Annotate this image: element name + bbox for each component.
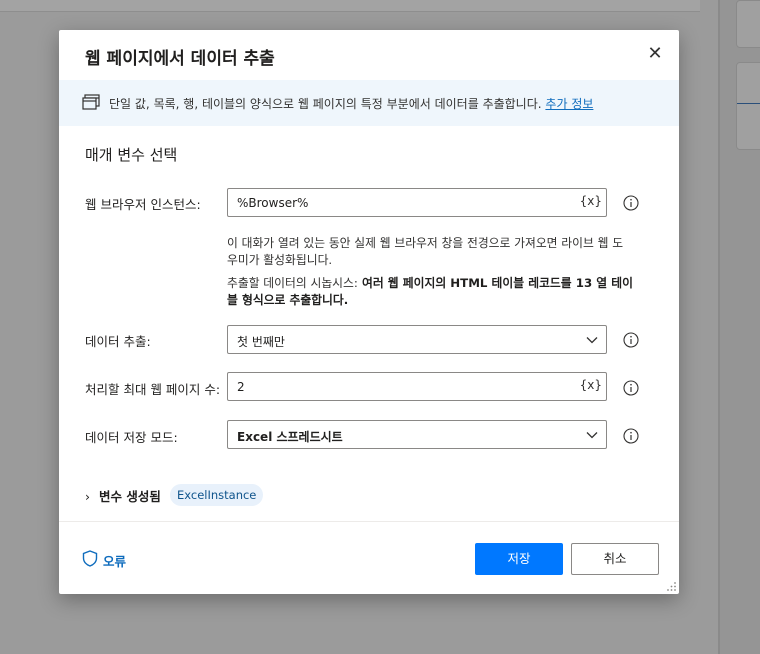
extract-data-label: 데이터 추출: bbox=[85, 334, 151, 349]
extract-data-dialog: 웹 페이지에서 데이터 추출 ✕ 단일 값, 목록, 행, 테이블의 양식으로 … bbox=[59, 30, 679, 594]
save-mode-dropdown[interactable]: Excel 스프레드시트 bbox=[227, 420, 607, 449]
info-text: 단일 값, 목록, 행, 테이블의 양식으로 웹 페이지의 특정 부분에서 데이… bbox=[109, 97, 542, 111]
live-helper-note: 이 대화가 열려 있는 동안 실제 웹 브라우저 창을 전경으로 가져오면 라이… bbox=[227, 235, 655, 269]
synopsis-prefix: 추출할 데이터의 시놉시스: bbox=[227, 276, 358, 290]
section-title: 매개 변수 선택 bbox=[85, 146, 178, 164]
background-card bbox=[736, 62, 760, 150]
background-card bbox=[736, 0, 760, 48]
error-label: 오류 bbox=[103, 554, 127, 569]
cancel-button[interactable]: 취소 bbox=[571, 543, 659, 575]
chevron-down-icon bbox=[586, 337, 598, 344]
info-icon[interactable] bbox=[623, 380, 639, 396]
variables-generated-label: 변수 생성됨 bbox=[99, 489, 161, 504]
info-icon[interactable] bbox=[623, 332, 639, 348]
chevron-right-icon: › bbox=[85, 489, 90, 504]
synopsis-note: 추출할 데이터의 시놉시스: 여러 웹 페이지의 HTML 테이블 레코드를 1… bbox=[227, 275, 655, 309]
save-mode-label: 데이터 저장 모드: bbox=[85, 430, 178, 445]
synopsis-text: 여러 웹 페이지의 HTML 테이블 레코드를 13 열 테이 bbox=[357, 276, 633, 290]
info-icon[interactable] bbox=[623, 428, 639, 444]
info-bar: 단일 값, 목록, 행, 테이블의 양식으로 웹 페이지의 특정 부분에서 데이… bbox=[59, 80, 679, 126]
browser-instance-label: 웹 브라우저 인스턴스: bbox=[85, 197, 201, 212]
info-icon[interactable] bbox=[623, 195, 639, 211]
max-pages-label: 처리할 최대 웹 페이지 수: bbox=[85, 382, 221, 397]
extract-data-dropdown[interactable]: 첫 번째만 bbox=[227, 325, 607, 354]
browser-instance-input[interactable]: %Browser% {x} bbox=[227, 188, 607, 217]
learn-more-link[interactable]: 추가 정보 bbox=[545, 97, 593, 111]
variable-picker-button[interactable]: {x} bbox=[580, 378, 602, 392]
synopsis-text: 블 형식으로 추출합니다. bbox=[227, 293, 349, 307]
extract-data-value: 첫 번째만 bbox=[237, 335, 285, 349]
variable-picker-button[interactable]: {x} bbox=[580, 194, 602, 208]
note-line: 우미가 활성화됩니다. bbox=[227, 253, 333, 267]
dialog-title: 웹 페이지에서 데이터 추출 bbox=[85, 49, 275, 69]
chevron-down-icon bbox=[586, 432, 598, 439]
max-pages-value: 2 bbox=[237, 380, 245, 394]
web-page-icon bbox=[82, 94, 100, 110]
variable-pill[interactable]: ExcelInstance bbox=[170, 484, 264, 506]
browser-instance-value: %Browser% bbox=[237, 196, 309, 210]
divider bbox=[59, 521, 679, 522]
background-toolbar bbox=[0, 0, 700, 12]
save-mode-value: Excel 스프레드시트 bbox=[237, 430, 343, 444]
variables-generated-toggle[interactable]: › 변수 생성됨 bbox=[85, 486, 161, 505]
save-button[interactable]: 저장 bbox=[475, 543, 563, 575]
shield-icon bbox=[82, 550, 98, 567]
note-line: 이 대화가 열려 있는 동안 실제 웹 브라우저 창을 전경으로 가져오면 라이… bbox=[227, 236, 624, 250]
max-pages-input[interactable]: 2 {x} bbox=[227, 372, 607, 401]
resize-grip-icon[interactable] bbox=[665, 580, 677, 592]
close-icon[interactable]: ✕ bbox=[645, 44, 665, 64]
